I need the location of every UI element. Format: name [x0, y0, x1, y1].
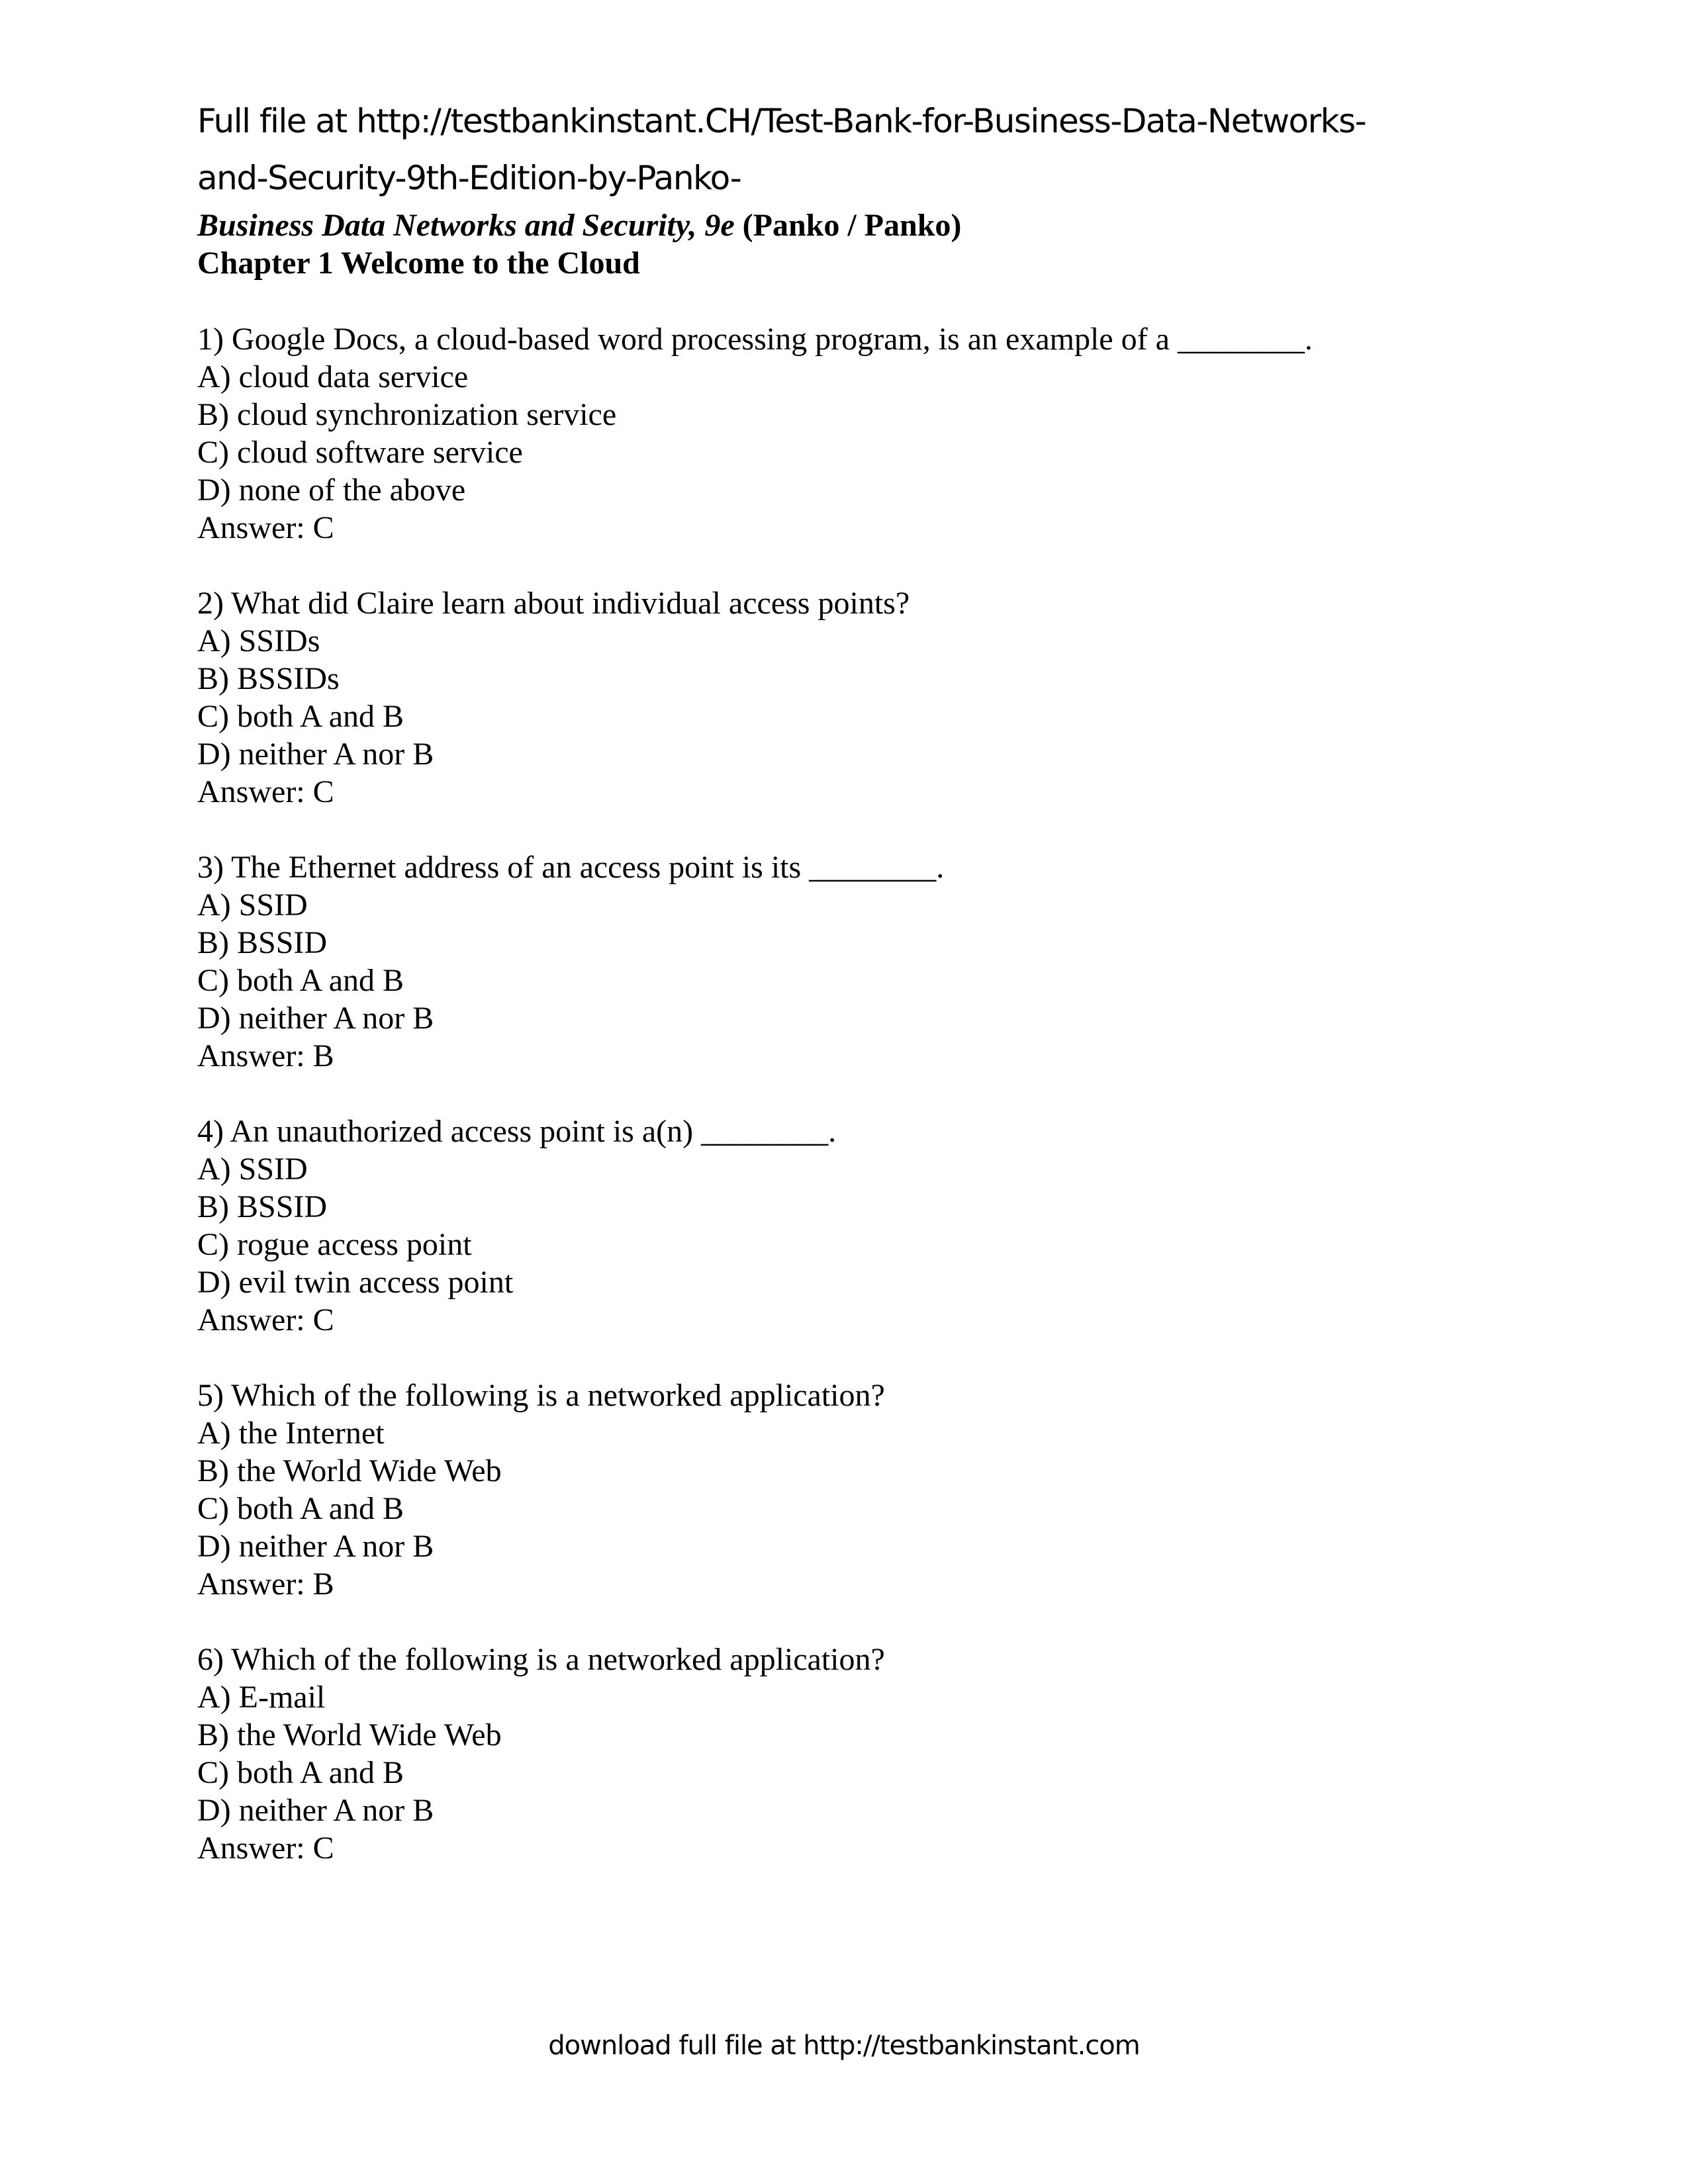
header-link-line-2[interactable]: and-Security-9th-Edition-by-Panko-: [197, 161, 742, 195]
answer-option: C) both A and B: [197, 699, 404, 734]
answer-option: D) evil twin access point: [197, 1265, 514, 1300]
answer-option: D) neither A nor B: [197, 1529, 434, 1564]
header-link-line-1[interactable]: Full file at http://testbankinstant.CH/T…: [197, 105, 1367, 138]
answer-option: B) BSSIDs: [197, 661, 340, 696]
question-stem: 4) An unauthorized access point is a(n) …: [197, 1114, 837, 1149]
book-title-name: Business Data Networks and Security, 9e: [197, 208, 735, 243]
answer-key: Answer: B: [197, 1038, 334, 1073]
question-stem: 3) The Ethernet address of an access poi…: [197, 850, 945, 885]
question-item: 3) The Ethernet address of an access poi…: [197, 848, 1313, 1075]
question-stem: 2) What did Claire learn about individua…: [197, 586, 910, 621]
answer-option: C) rogue access point: [197, 1227, 472, 1262]
answer-option: D) neither A nor B: [197, 1793, 434, 1828]
footer-download-link[interactable]: download full file at http://testbankins…: [0, 2030, 1688, 2061]
answer-option: C) both A and B: [197, 1491, 404, 1526]
answer-option: D) none of the above: [197, 473, 466, 508]
answer-option: A) SSID: [197, 1152, 308, 1187]
question-stem: 6) Which of the following is a networked…: [197, 1642, 885, 1677]
answer-option: C) both A and B: [197, 1755, 404, 1790]
question-item: 2) What did Claire learn about individua…: [197, 584, 1313, 811]
answer-option: A) cloud data service: [197, 359, 469, 394]
answer-option: B) the World Wide Web: [197, 1453, 502, 1488]
question-item: 6) Which of the following is a networked…: [197, 1641, 1313, 1867]
answer-key: Answer: B: [197, 1567, 334, 1602]
answer-option: A) SSID: [197, 887, 308, 923]
answer-option: A) SSIDs: [197, 623, 320, 659]
question-item: 4) An unauthorized access point is a(n) …: [197, 1113, 1313, 1339]
answer-option: C) both A and B: [197, 963, 404, 998]
answer-option: B) cloud synchronization service: [197, 397, 617, 432]
answer-option: B) BSSID: [197, 925, 328, 960]
answer-option: D) neither A nor B: [197, 1001, 434, 1036]
answer-key: Answer: C: [197, 774, 334, 809]
answer-key: Answer: C: [197, 1302, 334, 1338]
question-item: 5) Which of the following is a networked…: [197, 1377, 1313, 1603]
answer-option: A) the Internet: [197, 1416, 385, 1451]
book-authors: (Panko / Panko): [734, 208, 962, 243]
question-stem: 5) Which of the following is a networked…: [197, 1378, 885, 1413]
answer-key: Answer: C: [197, 1831, 334, 1866]
answer-option: C) cloud software service: [197, 435, 523, 470]
answer-option: B) BSSID: [197, 1189, 328, 1224]
question-item: 1) Google Docs, a cloud-based word proce…: [197, 320, 1313, 547]
book-title: Business Data Networks and Security, 9e …: [197, 206, 961, 244]
answer-key: Answer: C: [197, 510, 334, 545]
answer-option: A) E-mail: [197, 1680, 326, 1715]
answer-option: B) the World Wide Web: [197, 1717, 502, 1752]
question-stem: 1) Google Docs, a cloud-based word proce…: [197, 322, 1313, 357]
answer-option: D) neither A nor B: [197, 737, 434, 772]
chapter-heading: Chapter 1 Welcome to the Cloud: [197, 246, 640, 281]
question-list: 1) Google Docs, a cloud-based word proce…: [197, 320, 1313, 1905]
